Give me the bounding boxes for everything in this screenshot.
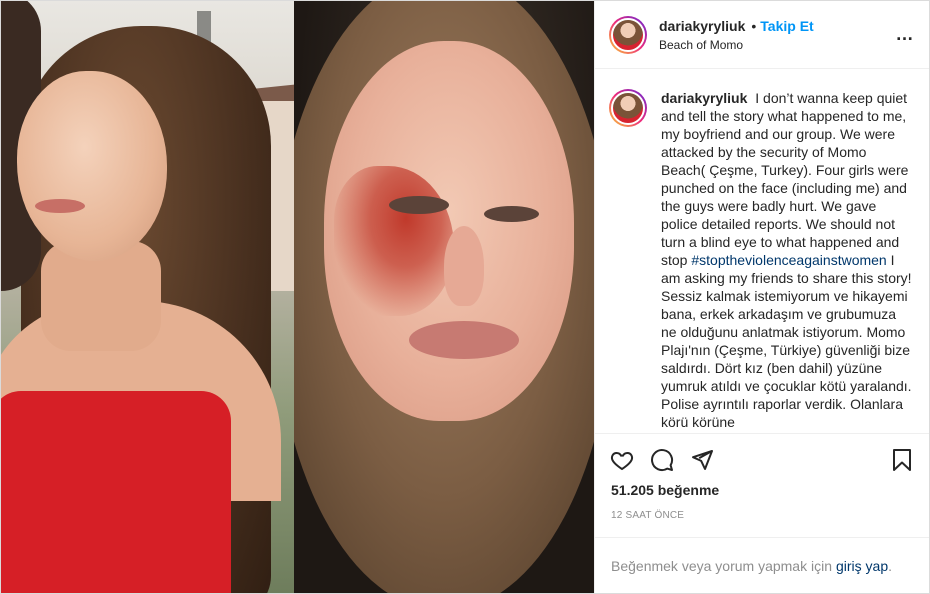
header-text: dariakyryliuk • Takip Et Beach of Momo — [659, 18, 893, 52]
more-dots-icon[interactable]: … — [893, 23, 917, 47]
action-bar — [595, 434, 929, 486]
post-header: dariakyryliuk • Takip Et Beach of Momo … — [595, 1, 929, 69]
caption-body-2: I am asking my friends to share this sto… — [661, 252, 912, 430]
follow-button[interactable]: Takip Et — [760, 18, 813, 34]
caption-username-link[interactable]: dariakyryliuk — [661, 90, 747, 106]
actions-section: 51.205 beğenme 12 SAAT ÖNCE — [595, 433, 929, 537]
bookmark-icon[interactable] — [889, 447, 915, 473]
avatar[interactable] — [609, 15, 647, 54]
instagram-post: dariakyryliuk • Takip Et Beach of Momo …… — [0, 0, 930, 594]
post-media[interactable] — [1, 1, 594, 593]
photo-after — [294, 1, 594, 593]
heart-icon[interactable] — [609, 447, 635, 473]
login-link[interactable]: giriş yap — [836, 558, 888, 574]
photo-before — [1, 1, 294, 593]
caption-text: dariakyryliuk I don’t wanna keep quiet a… — [661, 89, 913, 431]
likes-count[interactable]: 51.205 beğenme — [595, 482, 929, 498]
paper-plane-icon[interactable] — [689, 447, 715, 473]
username-link[interactable]: dariakyryliuk — [659, 18, 745, 34]
separator-dot: • — [751, 17, 757, 34]
post-sidebar: dariakyryliuk • Takip Et Beach of Momo …… — [594, 1, 929, 593]
post-time[interactable]: 12 SAAT ÖNCE — [595, 510, 929, 521]
caption: dariakyryliuk I don’t wanna keep quiet a… — [609, 89, 913, 431]
login-prompt-end: . — [888, 557, 893, 574]
login-prompt-text: Beğenmek veya yorum yapmak için — [611, 557, 832, 574]
caption-avatar[interactable] — [609, 89, 647, 127]
comments-area[interactable]: dariakyryliuk I don’t wanna keep quiet a… — [595, 69, 929, 433]
hashtag-link[interactable]: #stoptheviolenceagainstwomen — [691, 252, 886, 268]
login-prompt: Beğenmek veya yorum yapmak için giriş ya… — [595, 537, 929, 593]
location-link[interactable]: Beach of Momo — [659, 38, 893, 52]
comment-icon[interactable] — [649, 447, 675, 473]
caption-body-1: I don’t wanna keep quiet and tell the st… — [661, 90, 909, 268]
